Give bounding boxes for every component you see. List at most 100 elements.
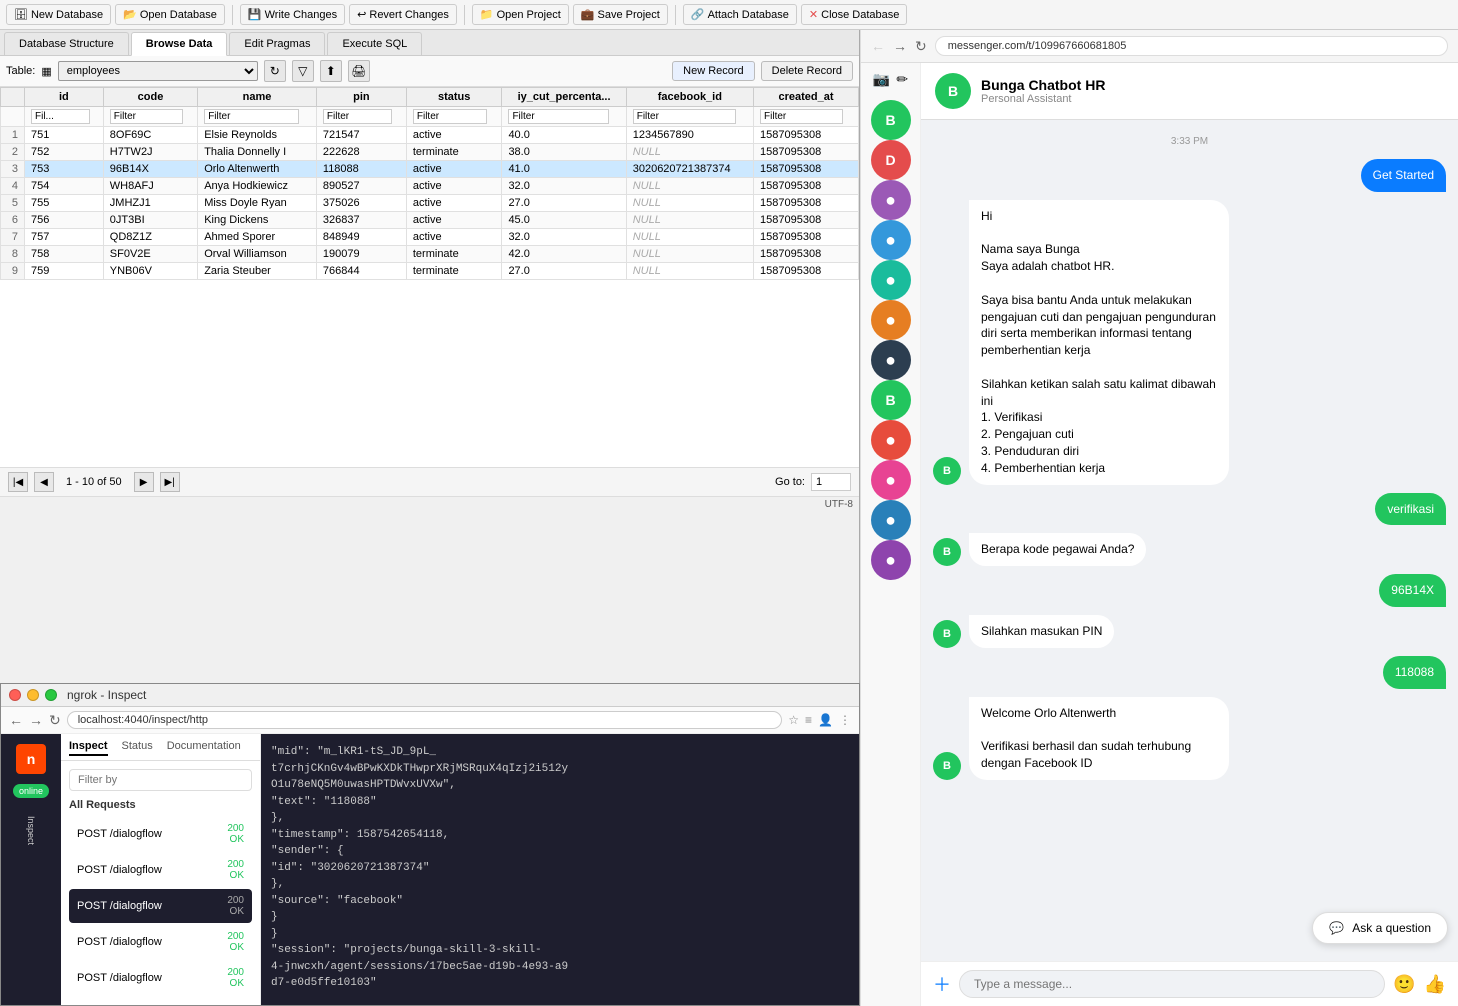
col-created-at[interactable]: created_at (754, 88, 859, 107)
ngrok-inspect-nav[interactable]: Inspect (26, 816, 36, 845)
close-database-button[interactable]: ✕ Close Database (801, 4, 908, 25)
compose-icon[interactable]: ✏ (896, 71, 908, 88)
ngrok-url-bar[interactable]: localhost:4040/inspect/http (67, 711, 783, 729)
filter-name[interactable] (198, 107, 317, 127)
open-project-button[interactable]: 📁 Open Project (472, 4, 569, 25)
print-button[interactable]: 🖨 (348, 60, 370, 82)
table-row[interactable]: 2 752 H7TW2J Thalia Donnelly I 222628 te… (1, 144, 859, 161)
chat-header: B Bunga Chatbot HR Personal Assistant (921, 63, 1458, 120)
col-id[interactable]: id (25, 88, 104, 107)
export-button[interactable]: ⬆ (320, 60, 342, 82)
bot-avatar: B (933, 752, 961, 780)
emoji-button[interactable]: 🙂 (1393, 974, 1415, 995)
request-item[interactable]: POST /dialogflow 200OK (69, 853, 252, 887)
contact-avatar[interactable]: ● (871, 460, 911, 500)
window-close-button[interactable] (9, 689, 21, 701)
json-line: O1u78eNQ5M0uwasHPTDWvxUVXw", (271, 777, 849, 794)
first-page-button[interactable]: |◀ (8, 472, 28, 492)
table-row[interactable]: 4 754 WH8AFJ Anya Hodkiewicz 890527 acti… (1, 178, 859, 195)
chat-back-button[interactable]: ← (871, 38, 885, 54)
table-row[interactable]: 5 755 JMHZJ1 Miss Doyle Ryan 375026 acti… (1, 195, 859, 212)
ngrok-tab-inspect[interactable]: Inspect (69, 738, 108, 756)
col-status[interactable]: status (406, 88, 502, 107)
contact-avatar[interactable]: B (871, 380, 911, 420)
attach-database-button[interactable]: 🔗 Attach Database (683, 4, 797, 25)
table-row[interactable]: 1 751 8OF69C Elsie Reynolds 721547 activ… (1, 127, 859, 144)
contact-avatar[interactable]: ● (871, 420, 911, 460)
col-pin[interactable]: pin (316, 88, 406, 107)
table-row[interactable]: 3 753 96B14X Orlo Altenwerth 118088 acti… (1, 161, 859, 178)
col-code[interactable]: code (103, 88, 197, 107)
col-facebook-id[interactable]: facebook_id (626, 88, 753, 107)
tab-browse-data[interactable]: Browse Data (131, 32, 228, 56)
table-row[interactable]: 9 759 YNB06V Zaria Steuber 766844 termin… (1, 263, 859, 280)
cell-code: JMHZJ1 (103, 195, 197, 212)
window-minimize-button[interactable] (27, 689, 39, 701)
ngrok-tab-status[interactable]: Status (122, 738, 153, 756)
tab-database-structure[interactable]: Database Structure (4, 32, 129, 55)
cell-status: active (406, 178, 502, 195)
contact-avatar[interactable]: ● (871, 260, 911, 300)
browser-forward-button[interactable]: → (29, 712, 43, 728)
goto-input[interactable] (811, 473, 851, 491)
menu-icon[interactable]: ⋮ (839, 713, 851, 727)
filter-pin[interactable] (316, 107, 406, 127)
ask-question-widget[interactable]: 💬 Ask a question (1312, 912, 1448, 944)
request-item[interactable]: POST /dialogflow 200OK (69, 889, 252, 923)
table-row[interactable]: 8 758 SF0V2E Orval Williamson 190079 ter… (1, 246, 859, 263)
table-row[interactable]: 6 756 0JT3BI King Dickens 326837 active … (1, 212, 859, 229)
ngrok-tab-docs[interactable]: Documentation (167, 738, 241, 756)
filter-created-at[interactable] (754, 107, 859, 127)
contact-avatar[interactable]: D (871, 140, 911, 180)
json-line: }, (271, 876, 849, 893)
reader-icon[interactable]: ≡ (805, 713, 812, 727)
contact-avatar[interactable]: ● (871, 500, 911, 540)
col-name[interactable]: name (198, 88, 317, 107)
json-line: "text": "118088" (271, 794, 849, 811)
ngrok-filter-input[interactable] (69, 769, 252, 791)
write-changes-button[interactable]: 💾 Write Changes (240, 4, 345, 25)
contact-avatar[interactable]: B (871, 100, 911, 140)
prev-page-button[interactable]: ◀ (34, 472, 54, 492)
chat-refresh-button[interactable]: ↻ (915, 38, 927, 55)
ngrok-brand-bar: n online Inspect (1, 734, 61, 1005)
col-iy-cut[interactable]: iy_cut_percenta... (502, 88, 626, 107)
new-database-button[interactable]: 🗄 New Database (6, 4, 111, 25)
new-record-button[interactable]: New Record (672, 61, 755, 81)
add-attachment-icon[interactable]: ＋ (933, 971, 951, 997)
request-item[interactable]: POST /dialogflow 200OK (69, 961, 252, 995)
video-call-icon[interactable]: 📷 (873, 71, 890, 88)
bookmark-icon[interactable]: ☆ (788, 713, 799, 727)
next-page-button[interactable]: ▶ (134, 472, 154, 492)
filter-code[interactable] (103, 107, 197, 127)
tab-edit-pragmas[interactable]: Edit Pragmas (229, 32, 325, 55)
filter-iy-cut[interactable] (502, 107, 626, 127)
request-item[interactable]: POST /dialogflow 200OK (69, 925, 252, 959)
open-database-button[interactable]: 📂 Open Database (115, 4, 225, 25)
revert-changes-button[interactable]: ↩ Revert Changes (349, 4, 457, 25)
browser-refresh-button[interactable]: ↻ (49, 712, 61, 729)
thumbs-up-button[interactable]: 👍 (1424, 974, 1446, 995)
window-maximize-button[interactable] (45, 689, 57, 701)
filter-button[interactable]: ▽ (292, 60, 314, 82)
user-avatar-icon[interactable]: 👤 (818, 713, 833, 727)
tab-execute-sql[interactable]: Execute SQL (327, 32, 422, 55)
chat-forward-button[interactable]: → (893, 38, 907, 54)
filter-facebook-id[interactable] (626, 107, 753, 127)
contact-avatar[interactable]: ● (871, 340, 911, 380)
contact-avatar[interactable]: ● (871, 300, 911, 340)
delete-record-button[interactable]: Delete Record (761, 61, 853, 81)
contact-avatar[interactable]: ● (871, 540, 911, 580)
request-item[interactable]: POST /dialogflow 200OK (69, 817, 252, 851)
message-input[interactable] (959, 970, 1385, 998)
last-page-button[interactable]: ▶| (160, 472, 180, 492)
table-selector[interactable]: employees (58, 61, 258, 81)
filter-status[interactable] (406, 107, 502, 127)
contact-avatar[interactable]: ● (871, 180, 911, 220)
browser-back-button[interactable]: ← (9, 712, 23, 728)
filter-id[interactable] (25, 107, 104, 127)
contact-avatar[interactable]: ● (871, 220, 911, 260)
table-row[interactable]: 7 757 QD8Z1Z Ahmed Sporer 848949 active … (1, 229, 859, 246)
save-project-button[interactable]: 💼 Save Project (573, 4, 668, 25)
refresh-table-button[interactable]: ↻ (264, 60, 286, 82)
